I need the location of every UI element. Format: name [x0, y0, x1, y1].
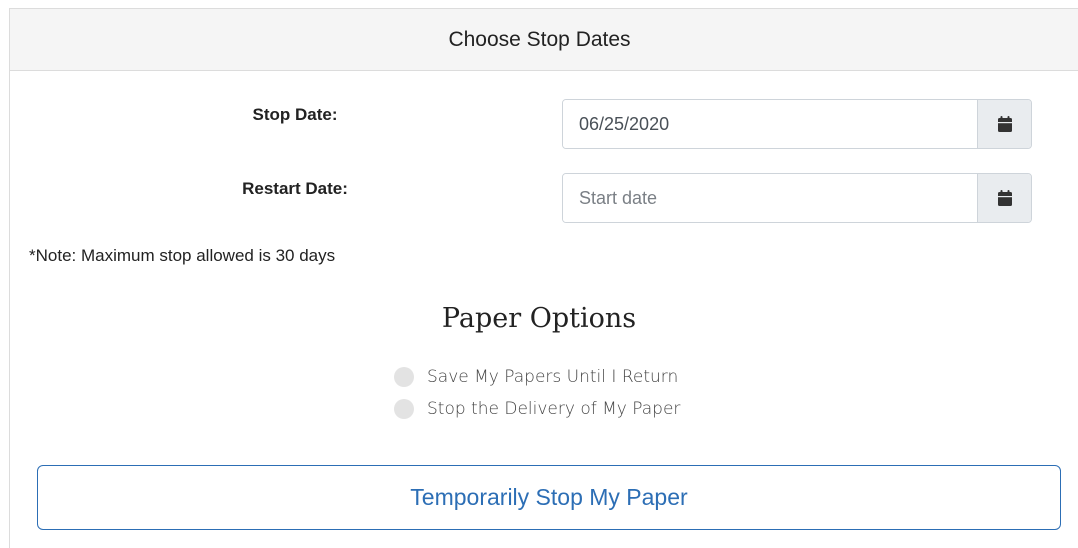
temporarily-stop-button[interactable]: Temporarily Stop My Paper — [37, 465, 1061, 530]
stop-date-label: Stop Date: — [252, 105, 338, 124]
radio-save-papers[interactable]: Save My Papers Until I Return — [394, 361, 680, 393]
radio-button[interactable] — [394, 399, 414, 419]
calendar-icon — [997, 190, 1012, 206]
card-header: Choose Stop Dates — [10, 9, 1078, 71]
restart-date-calendar-button[interactable] — [977, 174, 1031, 222]
radio-stop-delivery[interactable]: Stop the Delivery of My Paper — [394, 393, 680, 425]
card-title: Choose Stop Dates — [448, 27, 631, 51]
restart-date-input[interactable] — [563, 174, 977, 222]
radio-button[interactable] — [394, 367, 414, 387]
stop-date-input[interactable] — [563, 100, 977, 148]
restart-date-label: Restart Date: — [242, 179, 348, 198]
max-stop-note: *Note: Maximum stop allowed is 30 days — [29, 246, 336, 265]
stop-date-group — [562, 99, 1032, 149]
paper-options-title: Paper Options — [441, 303, 637, 334]
radio-label: Save My Papers Until I Return — [427, 367, 679, 387]
calendar-icon — [997, 116, 1012, 132]
paper-options-radio-group: Save My Papers Until I Return Stop the D… — [394, 361, 680, 425]
stop-date-calendar-button[interactable] — [977, 100, 1031, 148]
restart-date-row: Restart Date: — [0, 173, 1069, 225]
restart-date-group — [562, 173, 1032, 223]
radio-label: Stop the Delivery of My Paper — [427, 399, 681, 419]
stop-date-row: Stop Date: — [0, 99, 1069, 151]
